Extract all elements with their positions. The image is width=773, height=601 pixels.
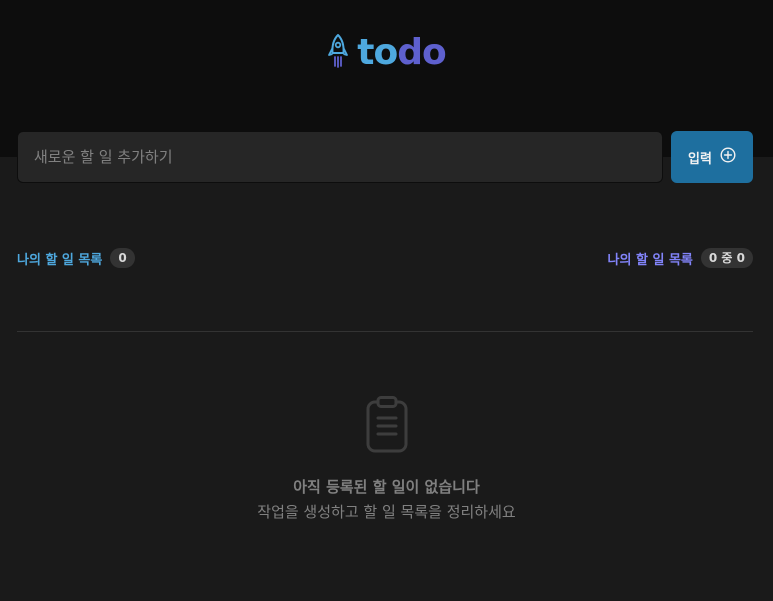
add-button-label: 입력 — [688, 151, 712, 167]
rocket-icon — [327, 33, 349, 73]
logo: todo — [0, 33, 773, 73]
empty-state-subtitle: 작업을 생성하고 할 일 목록을 정리하세요 — [257, 503, 516, 521]
completed-tasks-counter: 나의 할 일 목록 0 중 0 — [608, 248, 753, 268]
empty-state-title: 아직 등록된 할 일이 없습니다 — [293, 478, 480, 496]
add-task-form: 입력 — [17, 131, 753, 183]
completed-tasks-badge: 0 중 0 — [700, 248, 753, 268]
completed-tasks-label: 나의 할 일 목록 — [607, 252, 693, 268]
created-tasks-counter: 나의 할 일 목록 0 — [17, 248, 135, 268]
logo-text-to: to — [357, 32, 398, 73]
created-tasks-label: 나의 할 일 목록 — [17, 252, 103, 268]
empty-state: 아직 등록된 할 일이 없습니다 작업을 생성하고 할 일 목록을 정리하세요 — [0, 396, 773, 522]
divider — [17, 331, 753, 332]
clipboard-icon — [365, 396, 409, 458]
created-tasks-badge: 0 — [110, 248, 135, 268]
logo-text-do: do — [397, 32, 447, 73]
plus-circle-icon — [720, 147, 736, 167]
add-task-button[interactable]: 입력 — [671, 131, 753, 183]
app-title: todo — [357, 32, 447, 73]
new-task-input[interactable] — [17, 131, 663, 183]
task-counters: 나의 할 일 목록 0 나의 할 일 목록 0 중 0 — [17, 247, 753, 269]
